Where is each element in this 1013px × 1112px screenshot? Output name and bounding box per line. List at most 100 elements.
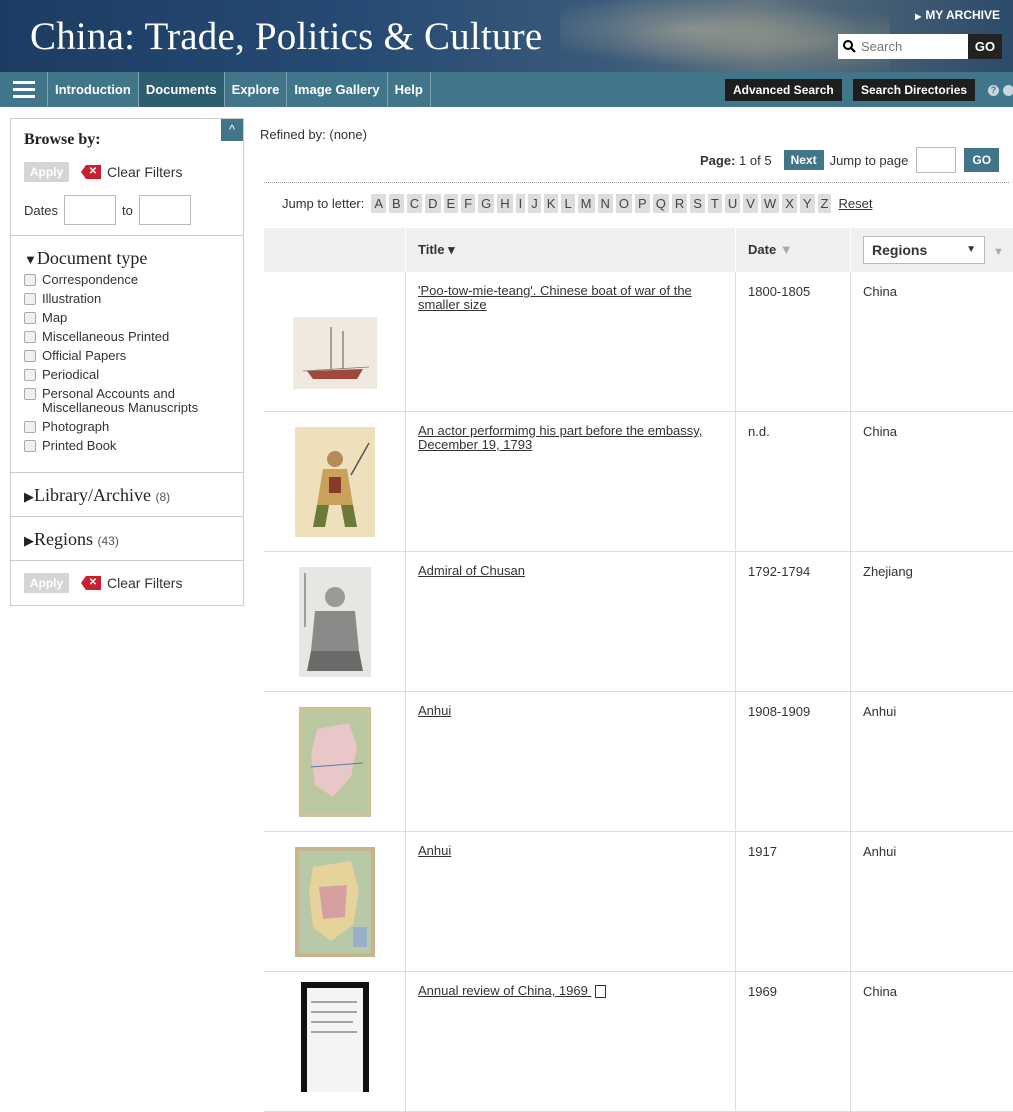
date-from-input[interactable]: [63, 195, 116, 225]
row-date: 1800-1805: [735, 272, 850, 411]
doc-type-option[interactable]: Personal Accounts and Miscellaneous Manu…: [24, 387, 230, 415]
table-row: An actor performimg his part before the …: [264, 412, 1013, 552]
checkbox[interactable]: [24, 421, 36, 433]
search-input[interactable]: [861, 39, 961, 54]
doc-type-option[interactable]: Printed Book: [24, 439, 230, 453]
thumbnail[interactable]: [264, 272, 405, 411]
letter-m[interactable]: M: [577, 194, 595, 213]
letter-y[interactable]: Y: [799, 194, 815, 213]
checkbox[interactable]: [24, 350, 36, 362]
clear-filters-link[interactable]: Clear Filters: [107, 164, 182, 180]
doc-type-option[interactable]: Correspondence: [24, 273, 230, 287]
my-archive-link[interactable]: ▶ MY ARCHIVE: [915, 8, 1000, 22]
nav-image-gallery[interactable]: Image Gallery: [287, 72, 388, 107]
letter-f[interactable]: F: [461, 194, 476, 213]
doc-type-option[interactable]: Miscellaneous Printed: [24, 330, 230, 344]
help-icon[interactable]: ?: [988, 85, 999, 96]
checkbox[interactable]: [24, 293, 36, 305]
nav-help[interactable]: Help: [388, 72, 431, 107]
reset-link[interactable]: Reset: [838, 196, 872, 211]
letter-o[interactable]: O: [615, 194, 633, 213]
row-title-link[interactable]: Anhui: [405, 692, 735, 831]
letter-s[interactable]: S: [690, 194, 705, 213]
facet-library-archive[interactable]: ▶Library/Archive (8): [24, 485, 230, 506]
letter-k[interactable]: K: [543, 194, 559, 213]
plus-icon[interactable]: [1003, 85, 1013, 96]
row-title-link[interactable]: Admiral of Chusan: [405, 552, 735, 691]
letter-b[interactable]: B: [389, 194, 404, 213]
row-title-link[interactable]: Anhui: [405, 832, 735, 971]
row-title-link[interactable]: An actor performimg his part before the …: [405, 412, 735, 551]
site-title[interactable]: China: Trade, Politics & Culture: [30, 14, 542, 59]
letter-u[interactable]: U: [724, 194, 741, 213]
thumbnail[interactable]: [264, 552, 405, 691]
search-go-button[interactable]: GO: [968, 34, 1002, 59]
jump-to-page-input[interactable]: [916, 147, 957, 173]
checkbox[interactable]: [24, 331, 36, 343]
checkbox[interactable]: [24, 369, 36, 381]
letter-t[interactable]: T: [707, 194, 722, 213]
header-search-box[interactable]: [838, 34, 968, 59]
letter-w[interactable]: W: [760, 194, 780, 213]
letter-z[interactable]: Z: [817, 194, 832, 213]
letter-p[interactable]: P: [635, 194, 650, 213]
apply-button-bottom[interactable]: Apply: [24, 573, 69, 593]
clear-filters-icon[interactable]: ✕: [81, 165, 101, 179]
doc-type-option[interactable]: Map: [24, 311, 230, 325]
apply-button[interactable]: Apply: [24, 162, 69, 182]
doc-type-option[interactable]: Official Papers: [24, 349, 230, 363]
letter-c[interactable]: C: [406, 194, 423, 213]
thumbnail[interactable]: [264, 832, 405, 971]
triangle-right-icon: ▶: [24, 489, 34, 504]
doc-type-option[interactable]: Periodical: [24, 368, 230, 382]
clear-filters-link-bottom[interactable]: Clear Filters: [107, 575, 182, 591]
checkbox[interactable]: [24, 440, 36, 452]
facet-document-type[interactable]: ▼Document type: [24, 248, 230, 269]
nav-introduction[interactable]: Introduction: [48, 72, 139, 107]
checkbox[interactable]: [24, 312, 36, 324]
jump-go-button[interactable]: GO: [964, 148, 1000, 172]
collapse-icon[interactable]: ^: [221, 119, 243, 141]
thumbnail[interactable]: [264, 692, 405, 831]
letter-x[interactable]: X: [782, 194, 797, 213]
clear-filters-icon[interactable]: ✕: [81, 576, 101, 590]
thumbnail[interactable]: [264, 972, 405, 1111]
letter-l[interactable]: L: [561, 194, 575, 213]
menu-icon[interactable]: [0, 72, 48, 107]
letter-v[interactable]: V: [743, 194, 758, 213]
row-region: China: [850, 972, 1013, 1111]
advanced-search-button[interactable]: Advanced Search: [725, 79, 842, 101]
row-title-text[interactable]: Annual review of China, 1969: [418, 983, 588, 998]
letter-a[interactable]: A: [371, 194, 387, 213]
letter-h[interactable]: H: [497, 194, 513, 213]
letter-n[interactable]: N: [597, 194, 613, 213]
search-directories-button[interactable]: Search Directories: [853, 79, 976, 101]
regions-select[interactable]: Regions ▼: [863, 236, 985, 264]
row-region: China: [850, 412, 1013, 551]
doc-type-label: Personal Accounts and Miscellaneous Manu…: [42, 386, 199, 415]
date-to-input[interactable]: [138, 195, 191, 225]
letter-q[interactable]: Q: [652, 194, 669, 213]
pagination: Page: 1 of 5 Next Jump to page GO: [700, 147, 1000, 173]
letter-j[interactable]: J: [528, 194, 541, 213]
checkbox[interactable]: [24, 274, 36, 286]
checkbox[interactable]: [24, 388, 36, 400]
letter-e[interactable]: E: [443, 194, 459, 213]
nav-explore[interactable]: Explore: [225, 72, 288, 107]
sort-arrow-icon[interactable]: ▼: [993, 246, 1004, 258]
date-column-header[interactable]: Date ▼: [735, 228, 850, 272]
facet-count: (43): [97, 534, 119, 548]
letter-r[interactable]: R: [671, 194, 688, 213]
row-title-link[interactable]: Annual review of China, 1969: [405, 972, 735, 1111]
doc-type-option[interactable]: Photograph: [24, 420, 230, 434]
letter-d[interactable]: D: [425, 194, 441, 213]
facet-regions[interactable]: ▶Regions (43): [24, 529, 230, 550]
doc-type-option[interactable]: Illustration: [24, 292, 230, 306]
next-page-button[interactable]: Next: [783, 150, 824, 170]
title-column-header[interactable]: Title ▾: [405, 228, 735, 272]
letter-g[interactable]: G: [478, 194, 495, 213]
thumbnail[interactable]: [264, 412, 405, 551]
nav-documents[interactable]: Documents: [138, 72, 225, 107]
row-title-link[interactable]: 'Poo-tow-mie-teang'. Chinese boat of war…: [405, 272, 735, 411]
letter-i[interactable]: I: [515, 194, 526, 213]
